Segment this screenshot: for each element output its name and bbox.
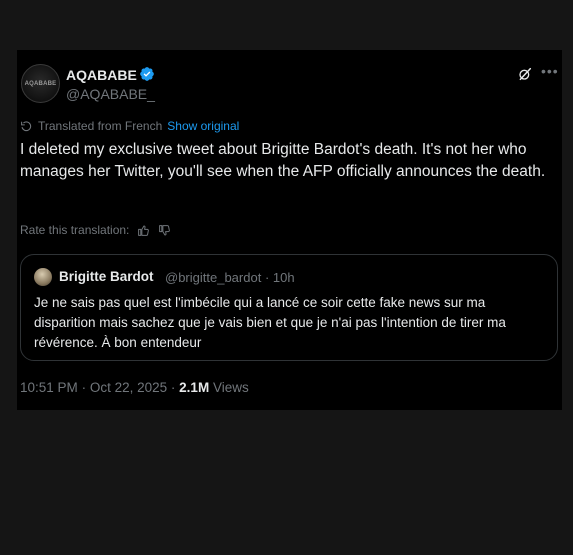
quoted-author-avatar: [34, 268, 52, 286]
tweet-date[interactable]: Oct 22, 2025: [90, 380, 167, 395]
author-display-name[interactable]: AQABABE: [66, 67, 137, 83]
date-separator: ·: [81, 380, 87, 395]
tweet-text: I deleted my exclusive tweet about Brigi…: [20, 141, 546, 180]
quoted-separator: ·: [264, 270, 270, 285]
quoted-tweet-text: Je ne sais pas quel est l'imbécile qui a…: [34, 295, 506, 350]
rate-translation: Rate this translation:: [20, 223, 171, 237]
avatar-logo-text: AQABABE: [24, 80, 57, 87]
translation-notice: Translated from French Show original: [20, 119, 239, 133]
show-original-link[interactable]: Show original: [167, 119, 239, 133]
quoted-author-name: Brigitte Bardot: [59, 269, 154, 284]
verified-badge-icon: [140, 67, 154, 81]
views-label: Views: [212, 380, 249, 395]
thumbs-up-icon[interactable]: [137, 224, 150, 237]
author-avatar[interactable]: AQABABE: [21, 64, 60, 103]
grok-icon[interactable]: [517, 66, 533, 82]
author-handle[interactable]: @AQABABE_: [66, 86, 155, 102]
thumbs-down-icon[interactable]: [158, 224, 171, 237]
views-count: 2.1M: [179, 380, 210, 395]
views-separator: ·: [170, 380, 176, 395]
quoted-author-meta: @brigitte_bardot · 10h: [165, 270, 295, 285]
rate-translation-label: Rate this translation:: [20, 223, 130, 237]
tweet-card: AQABABE AQABABE @AQABABE_ ••• Translated…: [17, 50, 562, 410]
tweet-time[interactable]: 10:51 PM: [20, 380, 78, 395]
quoted-tweet[interactable]: Brigitte Bardot @brigitte_bardot · 10h J…: [20, 254, 558, 361]
quoted-time-ago: 10h: [272, 270, 295, 285]
tweet-meta: 10:51 PM · Oct 22, 2025 · 2.1M Views: [20, 380, 249, 395]
more-options-icon[interactable]: •••: [541, 63, 559, 79]
quoted-author-handle: @brigitte_bardot: [165, 270, 262, 285]
translate-icon: [21, 120, 32, 131]
translated-from-label: Translated from French: [38, 119, 163, 133]
